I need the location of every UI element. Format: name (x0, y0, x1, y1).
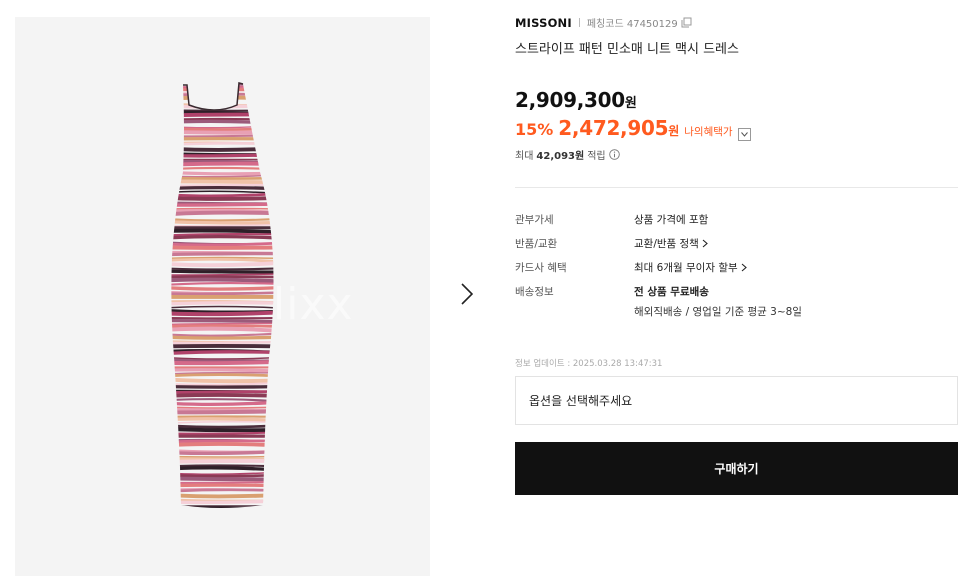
discount-percent: 15% (515, 120, 554, 139)
sale-price-value: 2,472,905 (558, 116, 669, 140)
detail-value: 전 상품 무료배송 (634, 286, 709, 298)
points-prefix: 최대 (515, 151, 534, 162)
sale-price-unit: 원 (668, 124, 680, 138)
detail-key: 배송정보 (515, 286, 554, 298)
product-title: 스트라이프 패턴 민소매 니트 맥시 드레스 (515, 42, 739, 57)
update-timestamp: 정보 업데이트 : 2025.03.28 13:47:31 (515, 359, 663, 369)
watermark: lixx (273, 279, 354, 330)
chevron-right-icon (461, 283, 473, 305)
buy-button[interactable]: 구매하기 (515, 442, 958, 495)
detail-key: 카드사 혜택 (515, 262, 567, 274)
benefit-dropdown-button[interactable] (737, 128, 751, 141)
section-divider (515, 187, 958, 188)
card-benefit-label: 최대 6개월 무이자 할부 (634, 262, 738, 274)
chevron-down-icon (740, 132, 748, 137)
brand-name[interactable]: MISSONI (515, 16, 572, 30)
divider (578, 18, 580, 27)
product-code: 페칭코드 47450129 (586, 19, 678, 30)
price-unit: 원 (624, 96, 637, 111)
return-policy-link[interactable]: 교환/반품 정책 (634, 236, 708, 251)
shipping-detail: 해외직배송 / 영업일 기준 평균 3~8일 (634, 306, 802, 318)
product-image (171, 82, 274, 508)
detail-value: 상품 가격에 포함 (634, 214, 709, 226)
copy-icon[interactable] (681, 17, 692, 28)
points-info: 최대 42,093원 적립 (515, 147, 620, 162)
my-benefit-label: 나의혜택가 (684, 126, 733, 138)
info-icon[interactable] (608, 149, 620, 160)
chevron-right-icon (741, 263, 747, 272)
detail-key: 관부가세 (515, 214, 554, 226)
original-price: 2,909,300원 (515, 88, 637, 112)
return-policy-label: 교환/반품 정책 (634, 238, 699, 250)
original-price-value: 2,909,300 (515, 88, 625, 112)
brand-row: MISSONI 페칭코드 47450129 (515, 15, 692, 30)
card-benefit-link[interactable]: 최대 6개월 무이자 할부 (634, 260, 747, 275)
points-amount: 42,093원 (536, 151, 585, 162)
sale-price-row: 15% 2,472,905 원 나의혜택가 (515, 116, 751, 141)
chevron-right-icon (702, 239, 708, 248)
option-select[interactable]: 옵션을 선택해주세요 (515, 376, 958, 425)
points-suffix: 적립 (587, 151, 606, 162)
next-image-button[interactable] (456, 279, 478, 309)
product-image-gallery: lixx (15, 17, 430, 576)
detail-key: 반품/교환 (515, 238, 558, 250)
